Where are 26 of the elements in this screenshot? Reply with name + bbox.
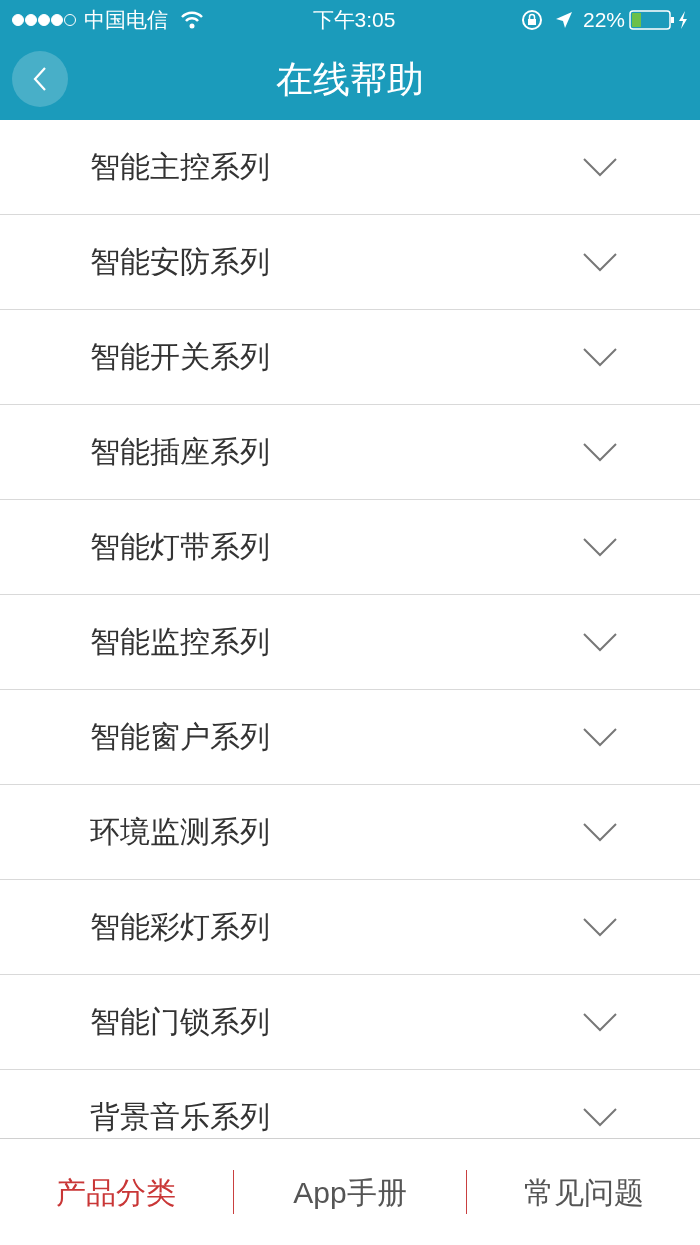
category-label: 智能开关系列	[90, 341, 271, 373]
page-title: 在线帮助	[276, 58, 424, 103]
category-label: 背景音乐系列	[90, 1101, 271, 1133]
back-chevron-icon	[33, 66, 47, 92]
category-label: 智能彩灯系列	[90, 911, 271, 943]
category-label: 智能监控系列	[90, 626, 271, 658]
carrier-name: 中国电信	[84, 7, 168, 34]
bottom-tab[interactable]: App手册	[233, 1162, 467, 1222]
category-label: 智能窗户系列	[90, 721, 271, 753]
bottom-tab[interactable]: 产品分类	[0, 1162, 233, 1222]
signal-icon	[12, 13, 78, 27]
charging-bolt-icon	[678, 11, 688, 29]
category-label: 智能插座系列	[90, 436, 271, 468]
rotation-lock-icon	[520, 9, 543, 31]
bottom-tab[interactable]: 常见问题	[467, 1162, 700, 1222]
category-label: 智能灯带系列	[90, 531, 271, 563]
battery-percent: 22%	[582, 7, 625, 34]
battery-icon	[629, 10, 675, 30]
category-label: 智能主控系列	[90, 151, 271, 183]
location-arrow-icon	[554, 11, 573, 29]
category-label: 智能安防系列	[90, 246, 271, 278]
back-button[interactable]	[12, 51, 68, 107]
category-label: 环境监测系列	[90, 816, 271, 848]
category-label: 智能门锁系列	[90, 1006, 271, 1038]
wifi-icon	[180, 11, 204, 29]
status-time: 下午3:05	[311, 7, 397, 34]
